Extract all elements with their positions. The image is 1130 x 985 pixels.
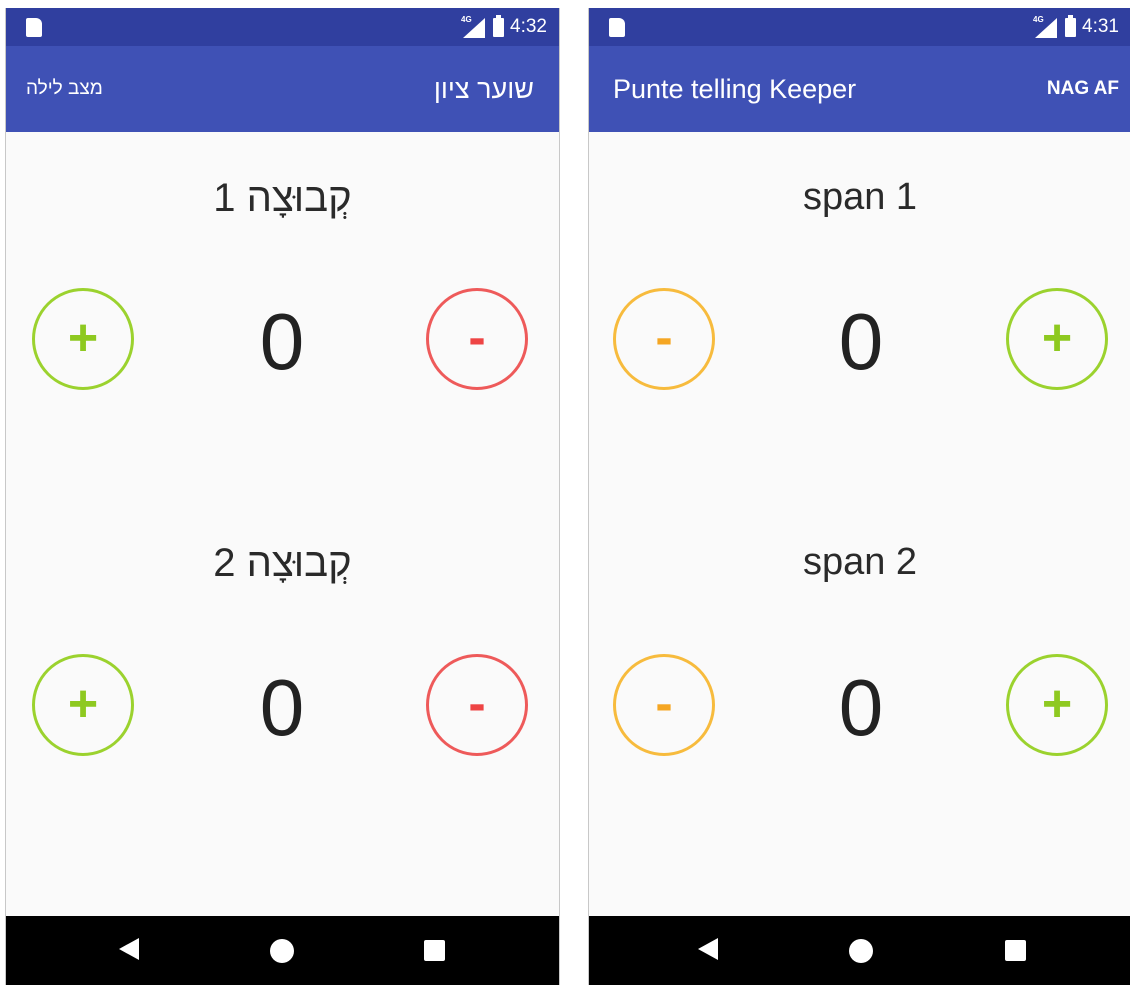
team-2-label: span 2 <box>802 541 918 583</box>
team-1-plus-button[interactable]: + <box>1006 288 1108 390</box>
team-1-score: 0 <box>838 297 884 386</box>
navigation-bar <box>6 916 559 985</box>
status-time: 4:31 <box>1082 16 1119 37</box>
app-bar: מצב לילה שוער ציון <box>6 46 559 132</box>
left-phone-screen: 4G 4:32 מצב לילה שוער ציון קְבוּצָה 1 + … <box>5 8 560 985</box>
sd-card-icon <box>609 18 625 37</box>
status-bar: 4G 4:31 <box>589 8 1130 46</box>
team-1-minus-button[interactable]: - <box>613 288 715 390</box>
status-bar: 4G 4:32 <box>6 8 559 46</box>
team-1-label: קְבוּצָה 1 <box>213 176 352 220</box>
back-icon[interactable] <box>698 938 718 960</box>
app-title: Punte telling Keeper <box>613 74 857 104</box>
night-mode-button[interactable]: מצב לילה <box>26 46 103 132</box>
signal-icon: 4G <box>461 16 487 38</box>
app-bar: Punte telling Keeper NAG AF <box>589 46 1130 132</box>
team-1-score: 0 <box>259 297 305 386</box>
signal-icon: 4G <box>1033 16 1059 38</box>
home-icon[interactable] <box>270 939 294 963</box>
battery-icon <box>493 14 505 37</box>
team-1-plus-button[interactable]: + <box>32 288 134 390</box>
back-icon[interactable] <box>119 938 139 960</box>
status-time: 4:32 <box>510 16 547 37</box>
home-icon[interactable] <box>849 939 873 963</box>
app-title: שוער ציון <box>433 74 534 104</box>
team-1-minus-button[interactable]: - <box>426 288 528 390</box>
team-2-minus-button[interactable]: - <box>426 654 528 756</box>
right-phone-screen: 4G 4:31 Punte telling Keeper NAG AF span… <box>588 8 1130 985</box>
navigation-bar <box>589 916 1130 985</box>
team-2-minus-button[interactable]: - <box>613 654 715 756</box>
sd-card-icon <box>26 18 42 37</box>
recents-icon[interactable] <box>424 940 445 961</box>
team-2-plus-button[interactable]: + <box>1006 654 1108 756</box>
recents-icon[interactable] <box>1005 940 1026 961</box>
team-2-score: 0 <box>259 663 305 752</box>
team-2-label: קְבוּצָה 2 <box>213 541 352 585</box>
night-mode-button[interactable]: NAG AF <box>1047 46 1119 132</box>
team-1-label: span 1 <box>802 176 918 218</box>
team-2-score: 0 <box>838 663 884 752</box>
battery-icon <box>1065 14 1077 37</box>
team-2-plus-button[interactable]: + <box>32 654 134 756</box>
